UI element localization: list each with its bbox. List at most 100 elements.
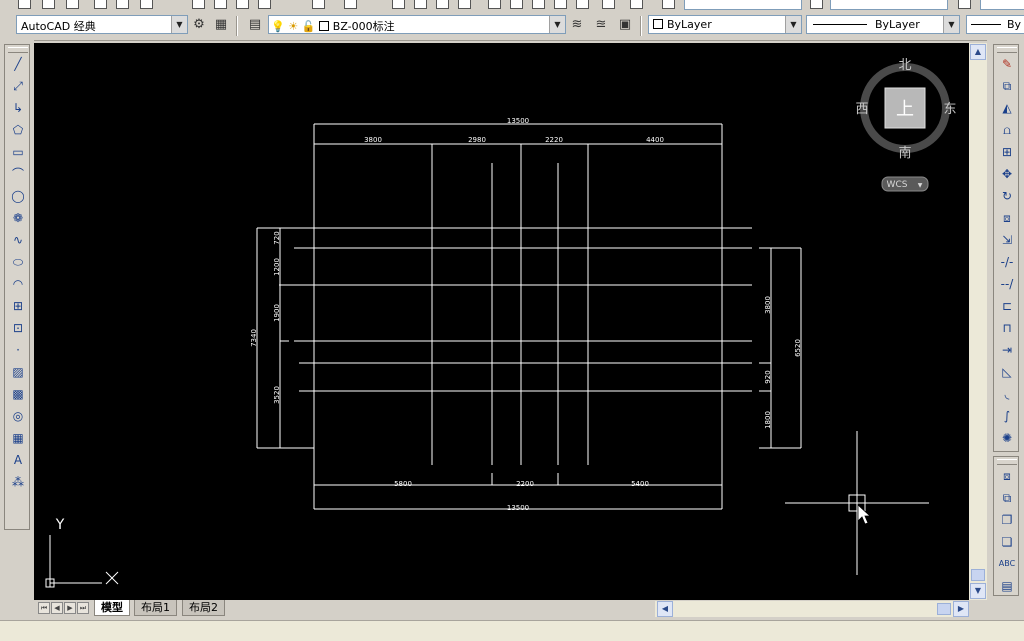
- chevron-down-icon[interactable]: ▼: [171, 16, 187, 33]
- ellipse-icon[interactable]: ⬭: [9, 253, 27, 271]
- open-icon[interactable]: [40, 0, 56, 10]
- lineweight-select[interactable]: By: [966, 15, 1024, 34]
- point-icon[interactable]: ·: [9, 341, 27, 359]
- arc-icon[interactable]: ⌒: [9, 165, 27, 183]
- print-icon[interactable]: [92, 0, 108, 10]
- gradient-icon[interactable]: ▩: [9, 385, 27, 403]
- table-icon[interactable]: ▦: [9, 429, 27, 447]
- drawing-canvas[interactable]: 13500 3800 2980 2220 4400 5800 2200 5400…: [34, 43, 969, 600]
- scale-icon[interactable]: ⧈: [998, 209, 1016, 227]
- layer-states-icon[interactable]: ▣: [616, 16, 634, 34]
- insert-block-icon[interactable]: ⊞: [9, 297, 27, 315]
- trim-icon[interactable]: -/-: [998, 253, 1016, 271]
- preview-icon[interactable]: [114, 0, 130, 10]
- layer-manager-icon[interactable]: ▤: [246, 16, 264, 34]
- color-select[interactable]: ByLayer ▼: [648, 15, 802, 34]
- new-icon[interactable]: [16, 0, 32, 10]
- undo-icon[interactable]: [310, 0, 326, 10]
- scroll-right-icon[interactable]: ▶: [953, 601, 969, 617]
- tab-model[interactable]: 模型: [94, 600, 130, 616]
- layer-on-icon[interactable]: 💡: [271, 20, 285, 33]
- join-icon[interactable]: ⇥: [998, 341, 1016, 359]
- layer-select[interactable]: 💡 ☀ 🔓 BZ-000标注 ▼: [268, 15, 566, 34]
- copy-object-icon[interactable]: ⧉: [998, 77, 1016, 95]
- workspace-save-icon[interactable]: ▦: [212, 16, 230, 34]
- compass-west[interactable]: 西: [855, 102, 868, 117]
- explode-icon[interactable]: ✺: [998, 429, 1016, 447]
- design-center-icon[interactable]: [508, 0, 524, 10]
- scroll-down-icon[interactable]: ▼: [970, 583, 986, 599]
- chevron-down-icon[interactable]: ▼: [549, 16, 565, 33]
- copy-icon[interactable]: [212, 0, 228, 10]
- fillet-icon[interactable]: ◟: [998, 385, 1016, 403]
- stretch-icon[interactable]: ⇲: [998, 231, 1016, 249]
- sheet-set-icon[interactable]: [552, 0, 568, 10]
- offset-icon[interactable]: ⩍: [998, 121, 1016, 139]
- markup-icon[interactable]: [574, 0, 590, 10]
- linetype-select[interactable]: ByLayer ▼: [806, 15, 960, 34]
- dim-style-combo[interactable]: [830, 0, 948, 10]
- scroll-thumb[interactable]: [971, 569, 985, 581]
- move-icon[interactable]: ✥: [998, 165, 1016, 183]
- chamfer-icon[interactable]: ◺: [998, 363, 1016, 381]
- break-icon[interactable]: ⊓: [998, 319, 1016, 337]
- last-tab-icon[interactable]: ⏭: [77, 602, 89, 614]
- circle-icon[interactable]: ◯: [9, 187, 27, 205]
- hatch-back-icon[interactable]: ▤: [998, 577, 1016, 595]
- zoom-realtime-icon[interactable]: [412, 0, 428, 10]
- array-icon[interactable]: ⊞: [998, 143, 1016, 161]
- polyline-icon[interactable]: ↳: [9, 99, 27, 117]
- draw-order-front-icon[interactable]: ⧈: [998, 467, 1016, 485]
- table-style-icon[interactable]: [956, 0, 972, 10]
- text-style-icon[interactable]: [660, 0, 676, 10]
- scroll-thumb[interactable]: [937, 603, 951, 615]
- match-properties-icon[interactable]: [256, 0, 272, 10]
- dim-style-icon[interactable]: [808, 0, 824, 10]
- construction-line-icon[interactable]: ⤢: [9, 77, 27, 95]
- pan-icon[interactable]: [390, 0, 406, 10]
- prev-tab-icon[interactable]: ◀: [51, 602, 63, 614]
- layer-lock-icon[interactable]: 🔓: [302, 20, 316, 33]
- mirror-icon[interactable]: ◭: [998, 99, 1016, 117]
- publish-icon[interactable]: [138, 0, 154, 10]
- tab-layout2[interactable]: 布局2: [182, 600, 225, 616]
- break-at-point-icon[interactable]: ⊏: [998, 297, 1016, 315]
- compass-east[interactable]: 东: [943, 102, 956, 117]
- ellipse-arc-icon[interactable]: ◠: [9, 275, 27, 293]
- revision-cloud-icon[interactable]: ❁: [9, 209, 27, 227]
- cut-icon[interactable]: [190, 0, 206, 10]
- wcs-label[interactable]: WCS: [887, 180, 908, 190]
- scroll-up-icon[interactable]: ▲: [970, 44, 986, 60]
- viewcube[interactable]: 上 北 南 东 西 WCS ▼: [855, 58, 957, 192]
- polygon-icon[interactable]: ⬠: [9, 121, 27, 139]
- add-selected-icon[interactable]: ⁂: [9, 473, 27, 491]
- text-front-icon[interactable]: ABC: [998, 555, 1016, 573]
- zoom-window-icon[interactable]: [434, 0, 450, 10]
- chevron-down-icon[interactable]: ▼: [785, 16, 801, 33]
- erase-icon[interactable]: ✎: [998, 55, 1016, 73]
- properties-icon[interactable]: [486, 0, 502, 10]
- layer-thaw-icon[interactable]: ☀: [288, 20, 298, 33]
- zoom-previous-icon[interactable]: [456, 0, 472, 10]
- rotate-icon[interactable]: ↻: [998, 187, 1016, 205]
- next-tab-icon[interactable]: ▶: [64, 602, 76, 614]
- hatch-icon[interactable]: ▨: [9, 363, 27, 381]
- scroll-left-icon[interactable]: ◀: [657, 601, 673, 617]
- multiline-text-icon[interactable]: A: [9, 451, 27, 469]
- extend-icon[interactable]: --/: [998, 275, 1016, 293]
- first-tab-icon[interactable]: ⏮: [38, 602, 50, 614]
- make-layer-current-icon[interactable]: ≋: [568, 16, 586, 34]
- compass-north[interactable]: 北: [898, 58, 911, 73]
- layer-previous-icon[interactable]: ≊: [592, 16, 610, 34]
- send-under-icon[interactable]: ❏: [998, 533, 1016, 551]
- save-icon[interactable]: [64, 0, 80, 10]
- workspace-select[interactable]: AutoCAD 经典 ▼: [16, 15, 188, 34]
- tab-layout1[interactable]: 布局1: [134, 600, 177, 616]
- spline-icon[interactable]: ∿: [9, 231, 27, 249]
- table-style-combo[interactable]: [980, 0, 1024, 10]
- bring-above-icon[interactable]: ❐: [998, 511, 1016, 529]
- make-block-icon[interactable]: ⊡: [9, 319, 27, 337]
- draw-order-back-icon[interactable]: ⧉: [998, 489, 1016, 507]
- redo-icon[interactable]: [342, 0, 358, 10]
- chevron-down-icon[interactable]: ▼: [943, 16, 959, 33]
